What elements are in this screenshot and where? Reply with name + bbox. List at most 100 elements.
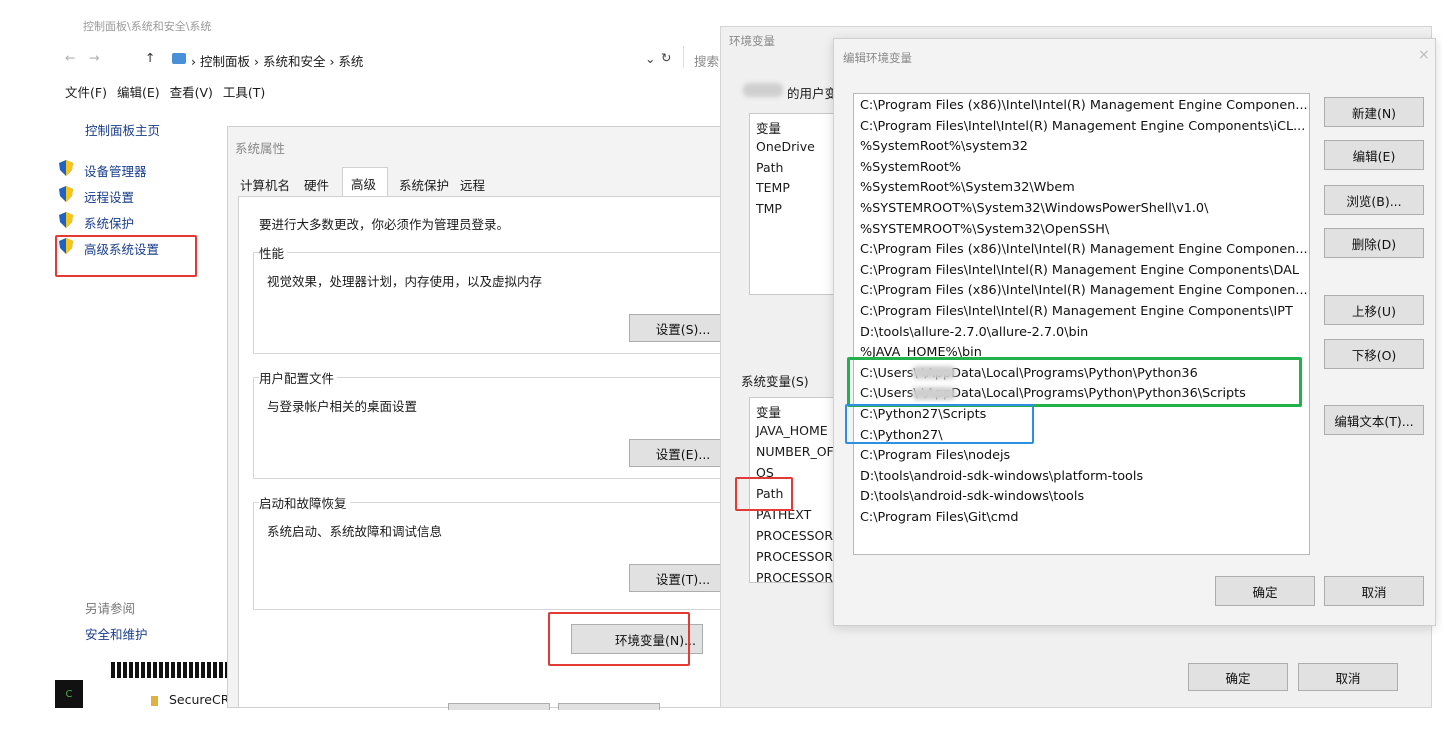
shield-icon: [59, 186, 73, 202]
list-item[interactable]: PROCESSOR: [756, 570, 833, 582]
env-dialog-title: 环境变量: [729, 34, 775, 48]
list-item[interactable]: PATHEXT: [756, 507, 811, 522]
explorer-title: 控制面板\系统和安全\系统: [83, 20, 212, 33]
list-item[interactable]: JAVA_HOME: [756, 423, 828, 438]
list-item[interactable]: OneDrive: [756, 139, 815, 154]
tab-computer-name[interactable]: 计算机名: [240, 175, 290, 194]
breadcrumb-item[interactable]: 控制面板: [200, 54, 250, 69]
breadcrumb-item[interactable]: 系统: [338, 54, 363, 69]
path-entry[interactable]: C:\Program Files\Git\cmd: [860, 510, 1018, 525]
system-vars-section-label: 系统变量(S): [741, 374, 809, 389]
sidebar-item-system-protection[interactable]: 系统保护: [84, 213, 134, 232]
move-down-button[interactable]: 下移(O): [1324, 339, 1424, 369]
user-profile-title: 用户配置文件: [259, 368, 338, 387]
menu-view[interactable]: 查看(V): [170, 85, 213, 100]
list-item[interactable]: NUMBER_OF: [756, 444, 834, 459]
blurred-username: [743, 83, 783, 97]
breadcrumb-item[interactable]: 系统和安全: [263, 54, 326, 69]
list-item[interactable]: Path: [756, 160, 783, 175]
sidebar-item-advanced-settings[interactable]: 高级系统设置: [84, 239, 159, 258]
list-item[interactable]: TMP: [756, 201, 782, 216]
path-entry[interactable]: D:\tools\allure-2.7.0\allure-2.7.0\bin: [860, 325, 1088, 340]
path-entry[interactable]: D:\tools\android-sdk-windows\platform-to…: [860, 469, 1143, 484]
path-entry[interactable]: C:\Program Files\Intel\Intel(R) Manageme…: [860, 263, 1299, 278]
up-arrow-icon[interactable]: ↑: [145, 50, 155, 65]
list-item[interactable]: OS: [756, 465, 774, 480]
refresh-icon[interactable]: ↻: [661, 50, 671, 65]
taskbar-app-label[interactable]: SecureCR: [169, 692, 229, 707]
path-list[interactable]: C:\Program Files (x86)\Intel\Intel(R) Ma…: [853, 93, 1310, 555]
see-also-heading: 另请参阅: [85, 601, 136, 616]
tab-system-protection[interactable]: 系统保护: [399, 175, 449, 194]
path-entry[interactable]: C:\Program Files (x86)\Intel\Intel(R) Ma…: [860, 98, 1308, 113]
qr-code-icon: [111, 662, 229, 678]
list-item[interactable]: PROCESSOR: [756, 528, 833, 543]
sidebar-home-link[interactable]: 控制面板主页: [85, 120, 160, 139]
see-also-security[interactable]: 安全和维护: [85, 624, 148, 643]
env-ok-button[interactable]: 确定: [1188, 663, 1288, 691]
bottom-button[interactable]: [558, 703, 660, 710]
user-vars-list[interactable]: 变量 OneDrive Path TEMP TMP: [749, 113, 841, 295]
list-item[interactable]: TEMP: [756, 180, 790, 195]
menu-tools[interactable]: 工具(T): [223, 85, 265, 100]
path-entry[interactable]: %SYSTEMROOT%\System32\OpenSSH\: [860, 222, 1109, 237]
user-vars-section-label: 的用户变: [787, 86, 838, 101]
user-profile-desc: 与登录帐户相关的桌面设置: [267, 399, 418, 414]
delete-button[interactable]: 删除(D): [1324, 228, 1424, 258]
edit-text-button[interactable]: 编辑文本(T)...: [1324, 405, 1424, 435]
forward-arrow-icon[interactable]: →: [89, 50, 99, 65]
shield-icon: [59, 238, 73, 254]
shield-icon: [59, 212, 73, 228]
path-entry[interactable]: C:\Program Files (x86)\Intel\Intel(R) Ma…: [860, 283, 1308, 298]
menu-edit[interactable]: 编辑(E): [117, 85, 160, 100]
startup-desc: 系统启动、系统故障和调试信息: [267, 524, 443, 539]
sidebar-item-device-manager[interactable]: 设备管理器: [84, 161, 147, 180]
path-entry[interactable]: %SystemRoot%\system32: [860, 139, 1028, 154]
system-properties-dialog: 系统属性 计算机名 硬件 高级 系统保护 远程 要进行大多数更改，你必须作为管理…: [227, 126, 737, 710]
browse-button[interactable]: 浏览(B)...: [1324, 185, 1424, 215]
path-entry[interactable]: C:\Python27\Scripts: [860, 407, 986, 422]
path-entry[interactable]: D:\tools\android-sdk-windows\tools: [860, 489, 1084, 504]
path-entry[interactable]: C:\Python27\: [860, 428, 943, 443]
path-entry[interactable]: %SystemRoot%: [860, 160, 961, 175]
menu-file[interactable]: 文件(F): [65, 85, 107, 100]
performance-title: 性能: [259, 243, 288, 262]
tab-hardware[interactable]: 硬件: [304, 175, 329, 194]
edit-cancel-button[interactable]: 取消: [1324, 576, 1424, 606]
path-entry[interactable]: C:\Program Files\nodejs: [860, 448, 1010, 463]
edit-button[interactable]: 编辑(E): [1324, 140, 1424, 170]
list-item[interactable]: Path: [756, 486, 783, 501]
search-placeholder: 搜索: [694, 54, 720, 69]
blurred-username: [912, 366, 956, 379]
path-entry[interactable]: %SYSTEMROOT%\System32\WindowsPowerShell\…: [860, 201, 1208, 216]
close-icon[interactable]: ×: [1418, 47, 1430, 63]
path-entry[interactable]: C:\Program Files\Intel\Intel(R) Manageme…: [860, 304, 1293, 319]
path-entry[interactable]: C:\Users\ \AppData\Local\Programs\Python…: [860, 366, 1198, 381]
env-cancel-button[interactable]: 取消: [1298, 663, 1398, 691]
menu-bar: 文件(F) 编辑(E) 查看(V) 工具(T): [65, 82, 265, 101]
path-entry[interactable]: C:\Program Files (x86)\Intel\Intel(R) Ma…: [860, 242, 1308, 257]
folder-icon: [151, 696, 158, 706]
path-entry[interactable]: %SystemRoot%\System32\Wbem: [860, 180, 1075, 195]
sidebar-item-remote-settings[interactable]: 远程设置: [84, 187, 134, 206]
edit-ok-button[interactable]: 确定: [1215, 576, 1315, 606]
tab-advanced[interactable]: 高级: [342, 167, 388, 198]
edit-dialog-title: 编辑环境变量: [843, 51, 912, 65]
column-header: 变量: [756, 405, 782, 420]
blurred-username: [912, 387, 956, 400]
breadcrumb[interactable]: › 控制面板 › 系统和安全 › 系统: [191, 51, 363, 70]
chevron-down-icon[interactable]: ⌄: [645, 51, 655, 66]
performance-desc: 视觉效果，处理器计划，内存使用，以及虚拟内存: [267, 274, 543, 289]
path-entry[interactable]: %JAVA_HOME%\bin: [860, 345, 982, 360]
tab-remote[interactable]: 远程: [460, 175, 485, 194]
taskbar: C SecureCR: [55, 660, 230, 708]
edit-env-var-dialog: 编辑环境变量 × C:\Program Files (x86)\Intel\In…: [833, 38, 1436, 626]
list-item[interactable]: PROCESSOR: [756, 549, 833, 564]
system-vars-list[interactable]: 变量 JAVA_HOME NUMBER_OF OS Path PATHEXT P…: [749, 397, 841, 583]
environment-variables-button[interactable]: 环境变量(N)...: [571, 624, 703, 654]
back-arrow-icon[interactable]: ←: [65, 50, 75, 65]
move-up-button[interactable]: 上移(U): [1324, 295, 1424, 325]
bottom-button[interactable]: [448, 703, 550, 710]
new-button[interactable]: 新建(N): [1324, 97, 1424, 127]
path-entry[interactable]: C:\Program Files\Intel\Intel(R) Manageme…: [860, 119, 1305, 134]
